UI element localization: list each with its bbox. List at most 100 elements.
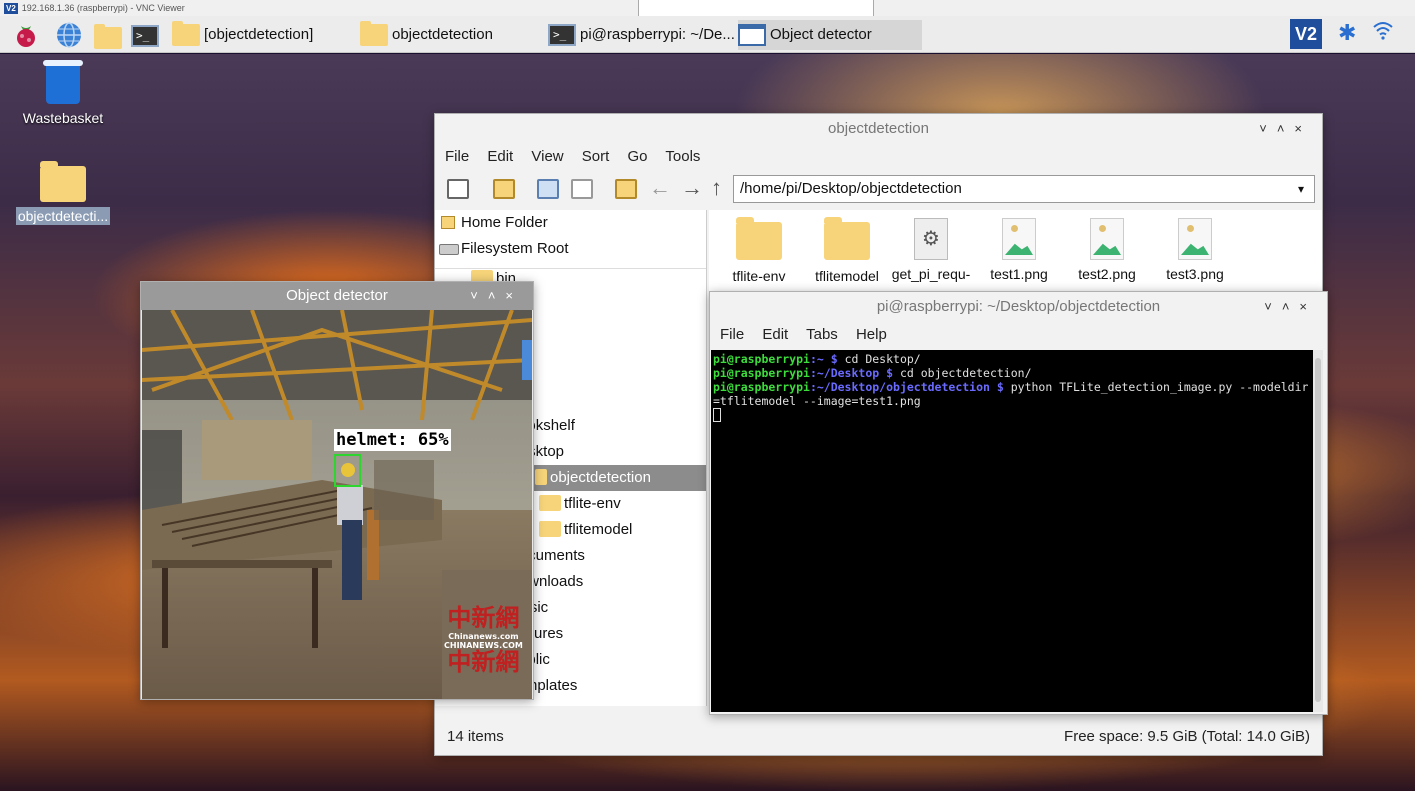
bluetooth-icon[interactable]: ✱ — [1338, 20, 1356, 46]
task-objectdetection[interactable]: objectdetection — [360, 20, 540, 50]
folder-icon — [539, 521, 561, 537]
menu-help[interactable]: Help — [856, 326, 887, 343]
terminal-menubar: File Edit Tabs Help — [710, 322, 1327, 348]
path-input[interactable]: /home/pi/Desktop/objectdetection ▾ — [733, 175, 1315, 203]
terminal-window: pi@raspberrypi: ~/Desktop/objectdetectio… — [709, 291, 1328, 715]
menu-edit[interactable]: Edit — [762, 326, 788, 343]
file-item-tflitemodel[interactable]: tflitemodel — [805, 217, 889, 284]
terminal-output[interactable]: pi@raspberrypi:~ $ cd Desktop/pi@raspber… — [711, 350, 1314, 712]
path-text: /home/pi/Desktop/objectdetection — [740, 180, 962, 197]
menu-sort[interactable]: Sort — [582, 148, 610, 165]
minimize-icon[interactable]: ˅ — [1259, 121, 1277, 136]
close-icon[interactable]: × — [1299, 299, 1317, 314]
new-window-button[interactable] — [447, 179, 469, 199]
desktop-icon-label: objectdetecti... — [15, 207, 111, 225]
object-detector-window: Object detector ˅˄× helmet: 65% 中新網 Chin… — [140, 281, 534, 700]
window-icon — [738, 24, 766, 46]
free-space: Free space: 9.5 GiB (Total: 14.0 GiB) — [1064, 728, 1310, 745]
minimize-icon[interactable]: ˅ — [1264, 299, 1282, 314]
menu-tabs[interactable]: Tabs — [806, 326, 838, 343]
folder-icon — [360, 21, 388, 46]
chevron-down-icon[interactable]: ▾ — [1298, 176, 1304, 202]
file-item-test1[interactable]: test1.png — [977, 218, 1061, 282]
file-item-get-pi-requirements[interactable]: ⚙ get_pi_requ- — [889, 218, 973, 282]
script-file-icon: ⚙ — [914, 218, 948, 260]
home-icon — [441, 216, 455, 229]
window-title: Object detector — [286, 287, 388, 304]
desktop-icon-objectdetection[interactable]: objectdetecti... — [8, 161, 118, 225]
back-icon[interactable]: ← — [649, 175, 671, 201]
file-item-test3[interactable]: test3.png — [1153, 218, 1237, 282]
item-count: 14 items — [447, 728, 504, 745]
image-file-icon — [1002, 218, 1036, 260]
maximize-icon[interactable]: ˄ — [488, 288, 506, 303]
file-manager-menubar: File Edit View Sort Go Tools — [435, 144, 1322, 170]
terminal-line: pi@raspberrypi:~/Desktop $ cd objectdete… — [713, 366, 1032, 380]
trash-icon — [43, 60, 83, 104]
raspberry-menu-button[interactable] — [12, 21, 40, 49]
task-objectdetection-bracket[interactable]: [objectdetection] — [172, 20, 352, 50]
maximize-icon[interactable]: ˄ — [1282, 299, 1300, 314]
taskbar: >_ [objectdetection] objectdetection >_ … — [0, 16, 1415, 53]
folder-icon — [736, 217, 782, 260]
menu-view[interactable]: View — [531, 148, 563, 165]
place-filesystem-root[interactable]: Filesystem Root — [435, 236, 706, 262]
terminal-icon: >_ — [131, 25, 159, 47]
minimize-icon[interactable]: ˅ — [470, 288, 488, 303]
file-item-tflite-env[interactable]: tflite-env — [717, 217, 801, 284]
wifi-icon[interactable] — [1372, 20, 1394, 46]
task-object-detector[interactable]: Object detector — [738, 20, 922, 50]
desktop-icon-label: Wastebasket — [22, 110, 104, 126]
detection-bounding-box — [334, 454, 361, 487]
folder-icon — [539, 495, 561, 511]
detection-image: helmet: 65% 中新網 Chinanews.com CHINANEWS.… — [142, 310, 532, 699]
menu-go[interactable]: Go — [627, 148, 647, 165]
terminal-cursor — [713, 408, 721, 422]
folder-icon — [172, 21, 200, 46]
window-title: objectdetection — [828, 120, 929, 137]
task-label: objectdetection — [392, 26, 493, 43]
terminal-launcher[interactable]: >_ — [131, 21, 159, 49]
file-manager-launcher[interactable] — [94, 21, 122, 49]
browser-launcher[interactable] — [55, 21, 83, 49]
raspberry-icon — [17, 26, 35, 47]
terminal-scrollbar[interactable] — [1313, 350, 1323, 712]
close-icon[interactable]: × — [505, 288, 523, 303]
terminal-titlebar[interactable]: pi@raspberrypi: ~/Desktop/objectdetectio… — [710, 292, 1327, 322]
terminal-line: pi@raspberrypi:~ $ cd Desktop/ — [713, 352, 921, 366]
folder-icon — [94, 24, 122, 49]
menu-file[interactable]: File — [445, 148, 469, 165]
task-terminal[interactable]: >_ pi@raspberrypi: ~/De... — [548, 20, 738, 50]
terminal-line: pi@raspberrypi:~/Desktop/objectdetection… — [713, 380, 1309, 408]
vnc-title: 192.168.1.36 (raspberrypi) - VNC Viewer — [21, 3, 185, 13]
menu-edit[interactable]: Edit — [487, 148, 513, 165]
menu-tools[interactable]: Tools — [665, 148, 700, 165]
place-home-folder[interactable]: Home Folder — [435, 210, 706, 236]
folder-icon — [824, 217, 870, 260]
desktop-icon-wastebasket[interactable]: Wastebasket — [8, 60, 118, 126]
window-title: pi@raspberrypi: ~/Desktop/objectdetectio… — [876, 298, 1161, 315]
task-label: [objectdetection] — [204, 26, 314, 43]
vnc-tray-icon[interactable]: V2 — [1290, 19, 1322, 49]
menu-file[interactable]: File — [720, 326, 744, 343]
up-icon[interactable]: ↑ — [711, 175, 722, 201]
globe-icon — [57, 22, 81, 48]
folder-icon — [40, 161, 86, 202]
home-button[interactable] — [615, 179, 637, 199]
task-label: pi@raspberrypi: ~/De... — [580, 26, 735, 43]
close-icon[interactable]: × — [1294, 121, 1312, 136]
detection-label: helmet: 65% — [334, 429, 451, 451]
terminal-icon: >_ — [548, 24, 576, 46]
maximize-icon[interactable]: ˄ — [1277, 121, 1295, 136]
icon-view-button[interactable] — [537, 179, 559, 199]
image-file-icon — [1178, 218, 1212, 260]
file-item-test2[interactable]: test2.png — [1065, 218, 1149, 282]
file-manager-titlebar[interactable]: objectdetection ˅˄× — [435, 114, 1322, 144]
drive-icon — [439, 244, 459, 255]
list-view-button[interactable] — [571, 179, 593, 199]
new-folder-button[interactable] — [493, 179, 515, 199]
object-detector-titlebar[interactable]: Object detector ˅˄× — [141, 282, 533, 310]
task-label: Object detector — [770, 26, 872, 43]
image-file-icon — [1090, 218, 1124, 260]
forward-icon[interactable]: → — [681, 175, 703, 201]
